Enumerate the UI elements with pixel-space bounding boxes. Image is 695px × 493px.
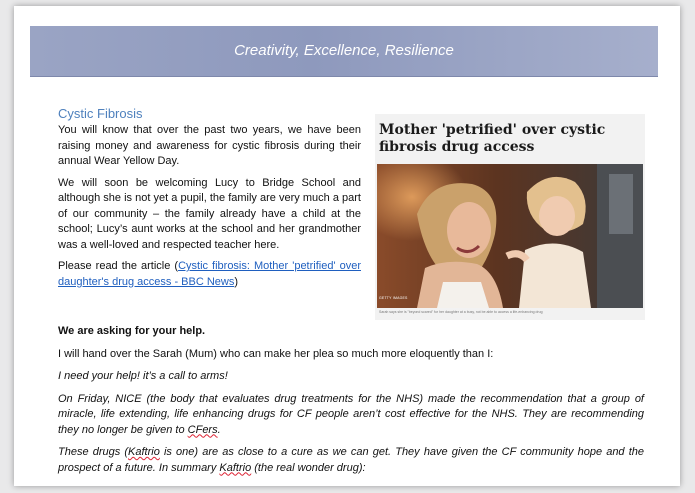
paragraph-yellow-day: You will know that over the past two yea…	[58, 124, 361, 167]
school-motto: Creativity, Excellence, Resilience	[234, 42, 454, 59]
paragraph-welcome-lucy: We will soon be welcoming Lucy to Bridge…	[58, 176, 361, 251]
read-article-suffix: )	[234, 275, 239, 288]
asking-for-help: We are asking for your help.	[58, 325, 206, 337]
main-body: We are asking for your help. I will hand…	[58, 324, 644, 483]
read-article-prefix: Please read the article (	[58, 260, 179, 272]
kaftrio-word-2: Kaftrio	[219, 461, 252, 474]
document-page: Creativity, Excellence, Resilience Cysti…	[14, 6, 680, 486]
photo-credit: GETTY IMAGES	[379, 296, 408, 300]
kaftrio-word-1: Kaftrio	[128, 446, 160, 458]
left-column: You will know that over the past two yea…	[58, 123, 361, 296]
quote-kaftrio: These drugs (Kaftrio is one) are as clos…	[58, 445, 644, 476]
photo-caption: Sarah says she is "beyond scared" for he…	[379, 310, 543, 314]
nice-end: .	[217, 423, 221, 436]
header-banner: Creativity, Excellence, Resilience	[30, 26, 658, 77]
quote-nice-recommendation: On Friday, NICE (the body that evaluates…	[58, 392, 644, 439]
hand-over-paragraph: I will hand over the Sarah (Mum) who can…	[58, 347, 494, 360]
nice-text: On Friday, NICE (the body that evaluates…	[58, 392, 644, 436]
kaftrio-text-c: (the real wonder drug):	[251, 461, 366, 474]
kaftrio-text-a: These drugs (	[58, 446, 129, 458]
news-article-clipping: Mother 'petrified' over cystic fibrosis …	[375, 114, 645, 320]
article-photo	[377, 164, 643, 308]
quote-call-to-arms: I need your help! it’s a call to arms!	[58, 370, 228, 382]
cfers-word: CFers	[187, 423, 218, 436]
content-area: Cystic Fibrosis You will know that over …	[58, 106, 645, 320]
paragraph-read-article: Please read the article (Cystic fibrosis…	[58, 259, 361, 290]
article-headline: Mother 'petrified' over cystic fibrosis …	[379, 122, 606, 155]
